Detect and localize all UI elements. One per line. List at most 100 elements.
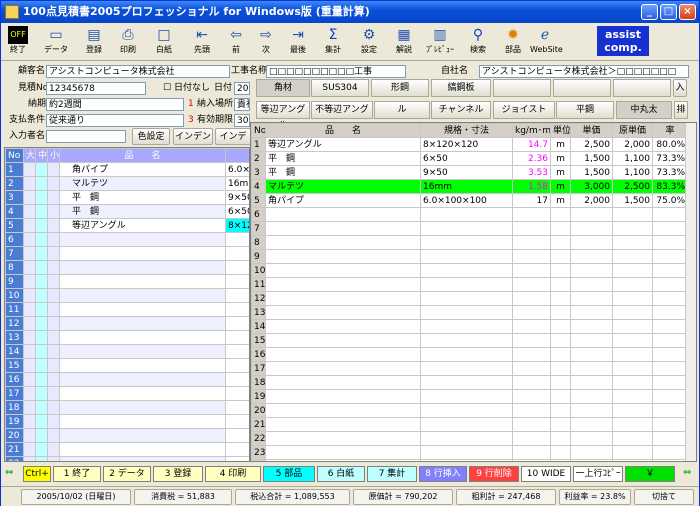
item-name-cell[interactable] bbox=[59, 330, 226, 345]
table-row[interactable]: 9 bbox=[5, 274, 249, 289]
parts-unit-cell[interactable] bbox=[550, 221, 571, 236]
parts-cost-cell[interactable] bbox=[612, 249, 653, 264]
level-cell[interactable] bbox=[35, 288, 48, 303]
table-row[interactable]: 15 bbox=[5, 358, 249, 373]
parts-spec-cell[interactable] bbox=[420, 361, 513, 376]
item-spec-cell[interactable] bbox=[225, 316, 249, 331]
parts-unit-cell[interactable] bbox=[550, 459, 571, 461]
parts-price-cell[interactable] bbox=[570, 319, 613, 334]
toolbar-button-15[interactable]: ℯ WebSite bbox=[530, 25, 563, 59]
level-cell[interactable] bbox=[35, 344, 48, 359]
parts-cost-cell[interactable]: 2,000 bbox=[612, 137, 653, 152]
parts-kg-cell[interactable] bbox=[512, 431, 551, 446]
no-date-checkbox[interactable]: ☐ 日付なし bbox=[163, 81, 210, 95]
item-spec-cell[interactable]: 9×50 bbox=[225, 190, 249, 205]
parts-rate-cell[interactable] bbox=[652, 375, 688, 390]
parts-price-cell[interactable] bbox=[570, 389, 613, 404]
parts-unit-cell[interactable] bbox=[550, 291, 571, 306]
function-key-12[interactable]: ￥ bbox=[625, 466, 675, 482]
category-button-4[interactable]: ジョイスト bbox=[493, 101, 555, 119]
parts-price-cell[interactable] bbox=[570, 459, 613, 461]
estimate-no-field[interactable]: 12345678 bbox=[46, 82, 146, 95]
level-cell[interactable] bbox=[35, 190, 48, 205]
parts-rate-cell[interactable] bbox=[652, 389, 688, 404]
parts-spec-cell[interactable] bbox=[420, 333, 513, 348]
parts-unit-cell[interactable] bbox=[550, 445, 571, 460]
tab-1[interactable]: SUS304 bbox=[311, 79, 369, 97]
parts-rate-cell[interactable] bbox=[652, 291, 688, 306]
level-cell[interactable] bbox=[23, 344, 36, 359]
parts-rate-cell[interactable] bbox=[652, 431, 688, 446]
level-cell[interactable] bbox=[35, 204, 48, 219]
parts-kg-cell[interactable] bbox=[512, 375, 551, 390]
parts-row[interactable]: 1 等辺アングル 8×120×120 14.7 m 2,500 2,000 80.0% bbox=[251, 137, 688, 152]
parts-spec-cell[interactable] bbox=[420, 417, 513, 432]
color-setting-button[interactable]: 色設定 bbox=[132, 128, 170, 145]
category-button-3[interactable]: チャンネル bbox=[431, 101, 491, 119]
parts-name-cell[interactable] bbox=[265, 249, 421, 264]
category-button-1[interactable]: 不等辺アング bbox=[311, 101, 373, 119]
item-spec-cell[interactable]: 6×50 bbox=[225, 204, 249, 219]
level-cell[interactable] bbox=[47, 274, 60, 289]
parts-unit-cell[interactable] bbox=[550, 347, 571, 362]
level-cell[interactable] bbox=[47, 302, 60, 317]
parts-spec-cell[interactable] bbox=[420, 347, 513, 362]
parts-unit-cell[interactable] bbox=[550, 277, 571, 292]
table-row[interactable]: 17 bbox=[5, 386, 249, 401]
parts-kg-cell[interactable] bbox=[512, 361, 551, 376]
level-cell[interactable] bbox=[35, 428, 48, 443]
level-cell[interactable] bbox=[23, 274, 36, 289]
level-cell[interactable] bbox=[35, 316, 48, 331]
level-cell[interactable] bbox=[23, 428, 36, 443]
parts-row[interactable]: 7 bbox=[251, 221, 688, 236]
parts-price-cell[interactable] bbox=[570, 347, 613, 362]
item-name-cell[interactable] bbox=[59, 442, 226, 457]
parts-spec-cell[interactable] bbox=[420, 445, 513, 460]
parts-price-cell[interactable] bbox=[570, 235, 613, 250]
level-cell[interactable] bbox=[35, 456, 48, 461]
parts-rate-cell[interactable] bbox=[652, 305, 688, 320]
parts-name-cell[interactable]: マルテツ bbox=[265, 179, 421, 194]
company-field[interactable]: アシストコンピュータ株式会社＞□□□□□□□ bbox=[479, 65, 689, 78]
item-spec-cell[interactable] bbox=[225, 372, 249, 387]
parts-row[interactable]: 3平 鋼 9×50 3.53 m 1,500 1,100 73.3% bbox=[251, 165, 688, 180]
parts-row[interactable]: 22 bbox=[251, 431, 688, 446]
item-name-cell[interactable] bbox=[59, 456, 226, 461]
parts-cost-cell[interactable] bbox=[612, 347, 653, 362]
parts-cost-cell[interactable]: 1,100 bbox=[612, 165, 653, 180]
parts-unit-cell[interactable] bbox=[550, 403, 571, 418]
level-cell[interactable] bbox=[35, 400, 48, 415]
toolbar-button-13[interactable]: ⚲ 検索 bbox=[463, 25, 493, 59]
parts-spec-cell[interactable] bbox=[420, 235, 513, 250]
parts-row[interactable]: 24 bbox=[251, 459, 688, 461]
assist-comp-logo[interactable]: assist comp. bbox=[597, 26, 649, 56]
parts-row[interactable]: 8 bbox=[251, 235, 688, 250]
level-cell[interactable] bbox=[23, 414, 36, 429]
delivery-place-field[interactable]: 貴社 bbox=[234, 98, 250, 111]
level-cell[interactable] bbox=[23, 176, 36, 191]
validity-field[interactable]: 30日 bbox=[234, 114, 250, 127]
parts-name-cell[interactable] bbox=[265, 305, 421, 320]
item-name-cell[interactable]: 角パイプ bbox=[59, 162, 226, 177]
level-cell[interactable] bbox=[47, 386, 60, 401]
parts-name-cell[interactable] bbox=[265, 375, 421, 390]
parts-cost-cell[interactable] bbox=[612, 319, 653, 334]
table-row[interactable]: 8 bbox=[5, 260, 249, 275]
level-cell[interactable] bbox=[23, 386, 36, 401]
level-cell[interactable] bbox=[35, 358, 48, 373]
level-cell[interactable] bbox=[47, 246, 60, 261]
function-key-7[interactable]: 7 集計 bbox=[367, 466, 417, 482]
parts-unit-cell[interactable] bbox=[550, 263, 571, 278]
level-cell[interactable] bbox=[23, 260, 36, 275]
function-key-1[interactable]: 1 終了 bbox=[53, 466, 101, 482]
tab-right-button[interactable]: 入 bbox=[673, 79, 687, 97]
parts-cost-cell[interactable] bbox=[612, 417, 653, 432]
parts-price-cell[interactable] bbox=[570, 403, 613, 418]
item-name-cell[interactable] bbox=[59, 260, 226, 275]
parts-unit-cell[interactable] bbox=[550, 305, 571, 320]
tab-5[interactable] bbox=[553, 79, 611, 97]
parts-name-cell[interactable]: 平 鋼 bbox=[265, 151, 421, 166]
parts-spec-cell[interactable] bbox=[420, 319, 513, 334]
date-field[interactable]: 200 bbox=[234, 82, 250, 95]
parts-rate-cell[interactable]: 73.3% bbox=[652, 151, 688, 166]
